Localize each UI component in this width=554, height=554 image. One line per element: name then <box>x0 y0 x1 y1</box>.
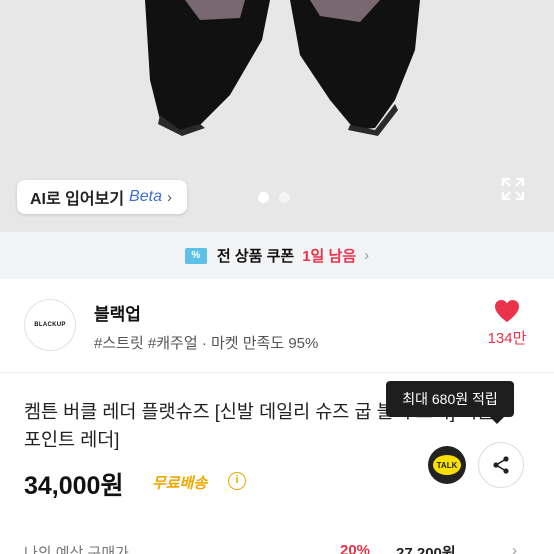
heart-icon <box>495 300 519 322</box>
coupon-banner[interactable]: % 전 상품 쿠폰 1일 남음 › <box>0 232 554 279</box>
product-info: 켐튼 버클 레더 플랫슈즈 [신발 데일리 슈즈 굽 블랙 로퍼] 버클 포인트… <box>0 374 554 554</box>
coupon-remaining: 1일 남음 <box>302 248 357 265</box>
expected-price-label: 나의 예상 구매가 <box>24 545 129 554</box>
like-button[interactable]: 134만 <box>484 299 530 348</box>
chevron-right-icon: › <box>512 542 517 554</box>
coupon-ticket-icon: % <box>184 247 207 264</box>
ai-try-on-label: AI로 입어보기 <box>30 191 125 208</box>
carousel-dot-active[interactable] <box>258 192 269 203</box>
chevron-right-icon: › <box>364 247 370 264</box>
discount-percent: 20% <box>340 542 371 554</box>
product-image-carousel[interactable]: AI로 입어보기 Beta › <box>0 0 554 232</box>
coupon-label: 전 상품 쿠폰 <box>216 248 295 265</box>
carousel-pagination <box>258 192 290 203</box>
info-icon[interactable]: i <box>228 472 246 490</box>
talk-icon: TALK <box>433 455 461 475</box>
expand-icon[interactable] <box>500 176 526 202</box>
like-count: 134만 <box>487 330 527 347</box>
reward-tooltip: 최대 680원 적립 <box>386 381 514 424</box>
shop-logo-text: BLACKUP <box>34 322 66 328</box>
shop-tags: #스트릿 #캐주얼 · 마켓 만족도 95% <box>94 335 319 352</box>
expected-price-value: 27,200원 <box>396 545 456 554</box>
share-button[interactable] <box>478 442 524 488</box>
chevron-right-icon: › <box>166 188 172 206</box>
ai-try-on-button[interactable]: AI로 입어보기 Beta › <box>17 180 187 214</box>
shop-logo[interactable]: BLACKUP <box>24 299 76 351</box>
free-shipping-label: 무료배송 <box>152 475 208 492</box>
share-icon <box>493 456 509 474</box>
product-price: 34,000원 <box>24 472 124 500</box>
shop-info: BLACKUP 블랙업 #스트릿 #캐주얼 · 마켓 만족도 95% 134만 <box>0 279 554 373</box>
kakao-talk-button[interactable]: TALK <box>428 446 466 484</box>
beta-label: Beta <box>129 188 162 205</box>
shop-name[interactable]: 블랙업 <box>94 300 141 325</box>
carousel-dot[interactable] <box>279 192 290 203</box>
expected-price-row[interactable]: 나의 예상 구매가 20% 27,200원 › <box>0 536 554 554</box>
